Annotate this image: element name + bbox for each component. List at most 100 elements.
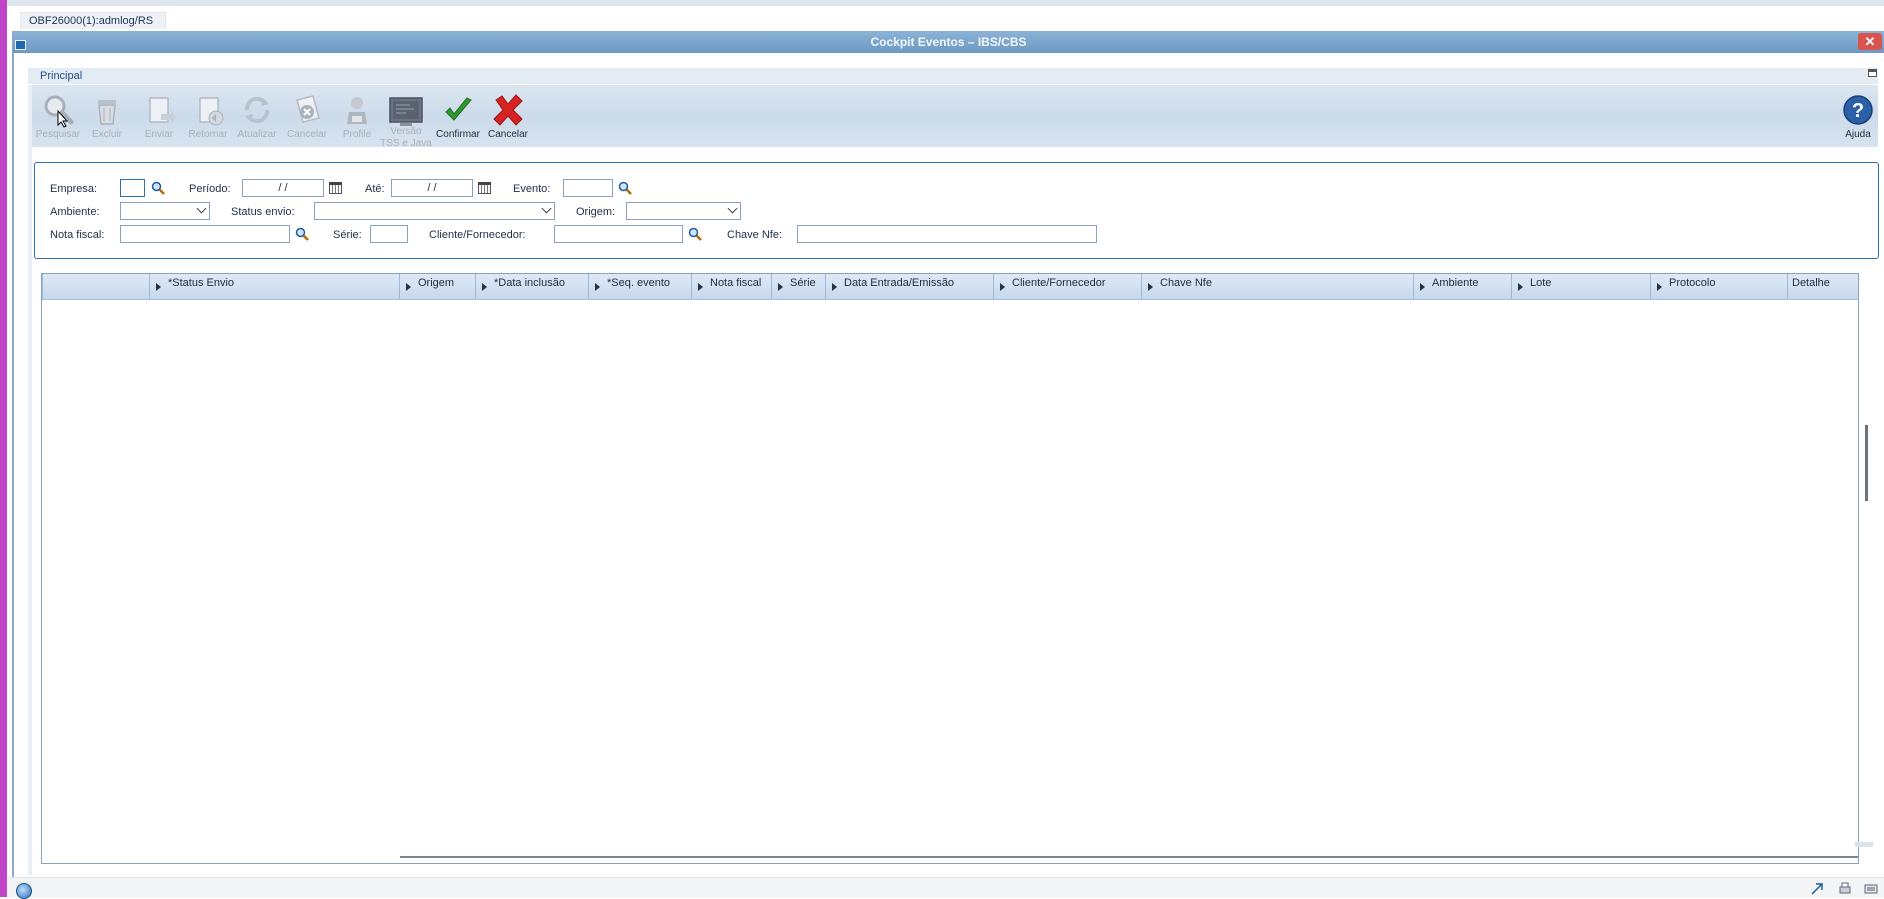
versao-button[interactable]: Versão TSS e Java	[378, 96, 434, 149]
close-button[interactable]: ✕	[1858, 33, 1882, 50]
tab-principal[interactable]: Principal	[28, 68, 1878, 84]
ajuda-button[interactable]: ? Ajuda	[1830, 92, 1884, 140]
profile-icon	[339, 92, 375, 128]
svg-text:?: ?	[1852, 100, 1864, 122]
profile-label: Profile	[342, 129, 372, 140]
ate-calendar-icon[interactable]	[478, 182, 491, 194]
sort-arrow-icon	[1000, 283, 1005, 291]
left-edge-strip	[0, 0, 7, 897]
ate-label: Até:	[365, 183, 385, 195]
ate-field[interactable]: / /	[391, 179, 473, 197]
cancelar-evento-button[interactable]: Cancelar	[279, 92, 335, 140]
enviar-button[interactable]: Enviar	[131, 92, 187, 140]
serie-label: Série:	[333, 229, 362, 241]
sort-arrow-icon	[595, 283, 600, 291]
cliente-fornecedor-label: Cliente/Fornecedor:	[429, 229, 526, 241]
column-header-origem[interactable]: Origem	[399, 274, 475, 299]
sort-arrow-icon	[406, 283, 411, 291]
print-icon[interactable]	[1838, 882, 1852, 896]
evento-label: Evento:	[513, 183, 551, 195]
evento-lookup-icon[interactable]	[618, 181, 632, 195]
cliente-fornecedor-field[interactable]	[554, 225, 683, 243]
sort-arrow-icon	[156, 283, 161, 291]
column-header-seq-evento[interactable]: *Seq. evento	[588, 274, 691, 299]
excluir-label: Excluir	[91, 129, 122, 140]
column-header-ambiente[interactable]: Ambiente	[1413, 274, 1511, 299]
pesquisar-button[interactable]: Pesquisar	[30, 92, 86, 140]
evento-field[interactable]	[563, 179, 613, 197]
window-title: Cockpit Eventos – IBS/CBS	[13, 31, 1884, 53]
status-envio-select[interactable]	[314, 202, 555, 220]
cliente-fornecedor-lookup-icon[interactable]	[688, 227, 702, 241]
enviar-label: Enviar	[144, 129, 174, 140]
scroll-corner	[1855, 842, 1873, 847]
inner-left-margin	[28, 85, 32, 875]
maximize-icon[interactable]	[1868, 69, 1877, 77]
sort-arrow-icon	[1657, 283, 1662, 291]
atualizar-button[interactable]: Atualizar	[229, 92, 285, 140]
periodo-calendar-icon[interactable]	[329, 182, 342, 194]
status-bar	[7, 877, 1884, 898]
empresa-lookup-icon[interactable]	[151, 181, 165, 195]
column-header-nota-fiscal[interactable]: Nota fiscal	[691, 274, 771, 299]
chave-nfe-field[interactable]	[797, 225, 1097, 243]
column-label: Chave Nfe	[1160, 277, 1212, 289]
column-label: Lote	[1530, 277, 1552, 289]
column-label: Ambiente	[1432, 277, 1479, 289]
retornar-button[interactable]: Retornar	[180, 92, 236, 140]
filter-panel	[34, 162, 1879, 259]
column-header-chave-nfe[interactable]: Chave Nfe	[1141, 274, 1413, 299]
column-header-data-entrada-emissao[interactable]: Data Entrada/Emissão	[825, 274, 993, 299]
vertical-scrollbar[interactable]	[1865, 425, 1868, 501]
confirmar-button[interactable]: Confirmar	[430, 92, 486, 140]
column-label: *Data inclusão	[494, 277, 565, 289]
refresh-icon	[239, 92, 275, 128]
empresa-field[interactable]	[120, 179, 145, 197]
origem-select[interactable]	[626, 202, 741, 220]
versao-label-line2: TSS e Java	[380, 138, 432, 149]
column-label: Nota fiscal	[710, 277, 762, 289]
column-header-status-envio[interactable]: *Status Envio	[149, 274, 399, 299]
column-header-select[interactable]	[42, 274, 149, 299]
sort-arrow-icon	[482, 283, 487, 291]
chevron-down-icon	[727, 203, 738, 214]
nota-fiscal-field[interactable]	[120, 225, 290, 243]
column-header-lote[interactable]: Lote	[1511, 274, 1650, 299]
sort-arrow-icon	[1420, 283, 1425, 291]
column-header-detalhe[interactable]: Detalhe	[1787, 274, 1858, 299]
column-label: Cliente/Fornecedor	[1012, 277, 1106, 289]
periodo-field[interactable]: / /	[242, 179, 324, 197]
events-grid[interactable]	[41, 273, 1859, 864]
cancelar-label: Cancelar	[487, 129, 529, 140]
ambiente-select[interactable]	[120, 202, 210, 220]
column-label: *Status Envio	[168, 277, 235, 289]
column-header-serie[interactable]: Série	[771, 274, 825, 299]
periodo-label: Período:	[189, 183, 231, 195]
column-header-protocolo[interactable]: Protocolo	[1650, 274, 1787, 299]
resize-icon[interactable]	[1810, 882, 1824, 896]
horizontal-scrollbar[interactable]	[400, 856, 1858, 858]
column-header-cliente-fornecedor[interactable]: Cliente/Fornecedor	[993, 274, 1141, 299]
session-tab[interactable]: OBF26000(1):admlog/RS	[20, 12, 167, 29]
trash-icon	[89, 92, 125, 128]
column-header-data-inclusao[interactable]: *Data inclusão	[475, 274, 588, 299]
empresa-label: Empresa:	[50, 183, 98, 195]
atualizar-label: Atualizar	[237, 129, 277, 140]
nota-fiscal-label: Nota fiscal:	[50, 229, 105, 241]
chevron-down-icon	[196, 203, 207, 214]
chevron-down-icon	[541, 203, 552, 214]
ajuda-label: Ajuda	[1845, 129, 1871, 140]
serie-field[interactable]	[370, 225, 408, 243]
sort-arrow-icon	[832, 283, 837, 291]
excluir-button[interactable]: Excluir	[79, 92, 135, 140]
cancelar-button[interactable]: Cancelar	[480, 92, 536, 140]
cancelar-evento-label: Cancelar	[286, 129, 328, 140]
sort-arrow-icon	[778, 283, 783, 291]
column-label: Protocolo	[1669, 277, 1716, 289]
keyboard-icon[interactable]	[1864, 882, 1878, 896]
window-icon[interactable]	[15, 40, 26, 50]
document-send-icon	[141, 92, 177, 128]
checkmark-icon	[440, 92, 476, 128]
nota-fiscal-lookup-icon[interactable]	[295, 227, 309, 241]
profile-button[interactable]: Profile	[329, 92, 385, 140]
